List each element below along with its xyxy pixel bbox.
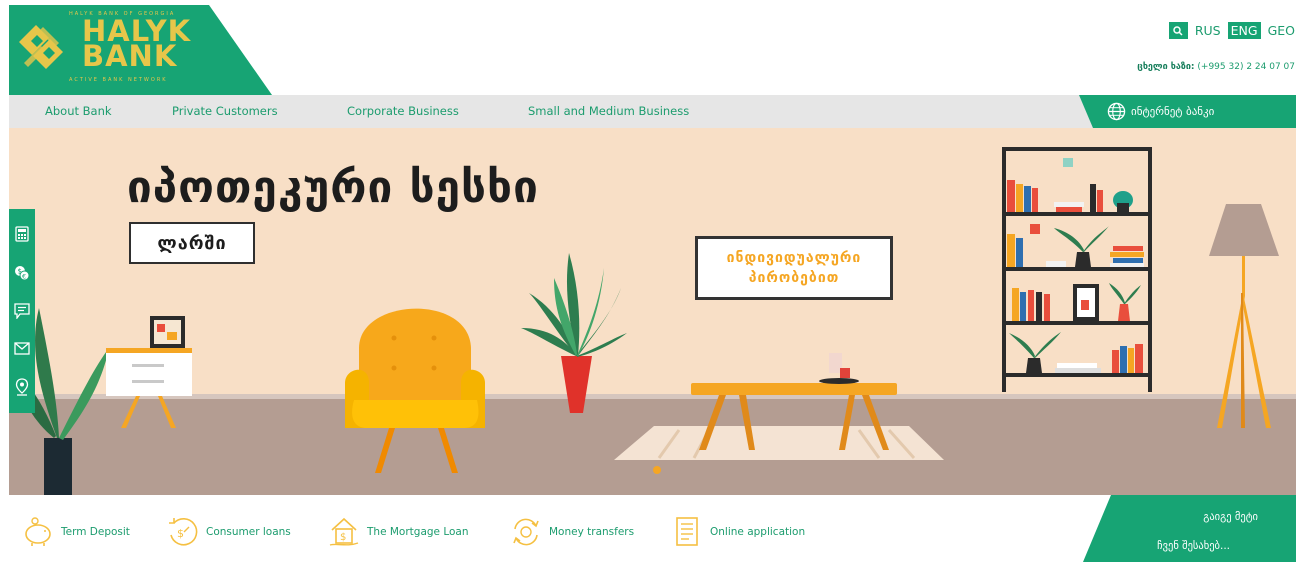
side-toolbar: $ € — [9, 209, 35, 413]
site-header: HALYK BANK OF GEORGIA HALYK BANK ACTIVE … — [0, 0, 1305, 95]
quick-link-term-deposit[interactable]: Term Deposit — [21, 515, 130, 549]
nav-corporate-business[interactable]: Corporate Business — [347, 104, 459, 118]
hero-headline: იპოთეკური სესხი — [127, 162, 539, 213]
house-money-icon: $ — [329, 517, 359, 546]
halyk-bank-logo[interactable]: HALYK BANK OF GEORGIA HALYK BANK ACTIVE … — [9, 5, 272, 95]
quick-link-mortgage-loan[interactable]: $ The Mortgage Loan — [327, 515, 469, 549]
mail-icon[interactable] — [14, 342, 30, 355]
hotline-number[interactable]: (+995 32) 2 24 07 07 — [1197, 62, 1295, 72]
quick-link-label: The Mortgage Loan — [367, 526, 469, 538]
hero-banner[interactable]: იპოთეკური სესხი ლარში ინდივიდუალური პირო… — [9, 128, 1296, 495]
lang-geo[interactable]: GEO — [1268, 23, 1295, 38]
globe-icon — [1107, 102, 1126, 121]
learn-more-link[interactable]: გაიგე მეტი — [1203, 511, 1258, 523]
currency-badge: ლარში — [129, 222, 255, 264]
nav-private-customers[interactable]: Private Customers — [172, 104, 278, 118]
svg-text:€: € — [22, 272, 26, 280]
floor-lamp-illustration — [1209, 204, 1279, 428]
logo-tagline-bottom: ACTIVE BANK NETWORK — [69, 77, 168, 83]
calculator-icon[interactable] — [15, 226, 29, 242]
currency-exchange-icon[interactable]: $ € — [14, 265, 30, 281]
header-tools: RUS ENG GEO — [1168, 22, 1295, 39]
conditions-line-1: ინდივიდუალური — [726, 250, 862, 266]
internet-bank-button[interactable]: ინტერნეტ ბანკი — [1079, 95, 1296, 128]
conditions-sign: ინდივიდუალური პირობებით — [695, 236, 893, 300]
quick-link-money-transfers[interactable]: Money transfers — [509, 515, 634, 549]
rug-illustration — [614, 426, 944, 474]
ibank-notch — [1079, 95, 1093, 128]
search-icon — [1173, 25, 1183, 36]
quick-links-bar: Term Deposit $ Consumer loans $ The Mort… — [9, 495, 1296, 562]
clock-money-icon: $ — [169, 518, 198, 546]
nav-small-medium-business[interactable]: Small and Medium Business — [528, 104, 689, 118]
lang-eng[interactable]: ENG — [1227, 22, 1261, 39]
quick-link-label: Consumer loans — [206, 526, 291, 538]
conditions-line-2: პირობებით — [748, 270, 840, 286]
form-document-icon — [676, 517, 698, 546]
transfer-icon — [513, 518, 539, 546]
quick-link-label: Online application — [710, 526, 806, 538]
about-panel-notch — [1083, 495, 1111, 562]
logo-word-2: BANK — [82, 39, 178, 73]
lang-rus[interactable]: RUS — [1195, 23, 1221, 38]
quick-link-online-application[interactable]: Online application — [670, 515, 805, 549]
piggy-bank-icon — [25, 517, 51, 546]
location-pin-icon[interactable] — [15, 378, 29, 396]
internet-bank-label: ინტერნეტ ბანკი — [1131, 105, 1215, 118]
about-us-link[interactable]: ჩვენ შესახებ... — [1157, 540, 1230, 552]
svg-text:$: $ — [177, 527, 184, 540]
svg-text:$: $ — [340, 532, 346, 543]
search-button[interactable] — [1168, 22, 1188, 39]
bookshelf-illustration — [1002, 147, 1152, 392]
armchair-illustration — [345, 308, 485, 473]
quick-link-label: Term Deposit — [61, 526, 130, 538]
quick-link-consumer-loans[interactable]: $ Consumer loans — [166, 515, 291, 549]
hotline-label: ცხელი ხაზი: — [1137, 62, 1195, 72]
feedback-icon[interactable] — [14, 303, 30, 320]
nav-about-bank[interactable]: About Bank — [45, 104, 112, 118]
about-us-panel[interactable]: გაიგე მეტი ჩვენ შესახებ... — [1083, 495, 1296, 562]
side-table-illustration — [106, 316, 192, 428]
logo-wordmark: HALYK BANK — [82, 17, 191, 73]
potted-palm-illustration — [521, 253, 627, 413]
main-nav: About Bank Private Customers Corporate B… — [9, 95, 1296, 128]
hotline: ცხელი ხაზი: (+995 32) 2 24 07 07 — [1137, 62, 1295, 72]
quick-link-label: Money transfers — [549, 526, 635, 538]
